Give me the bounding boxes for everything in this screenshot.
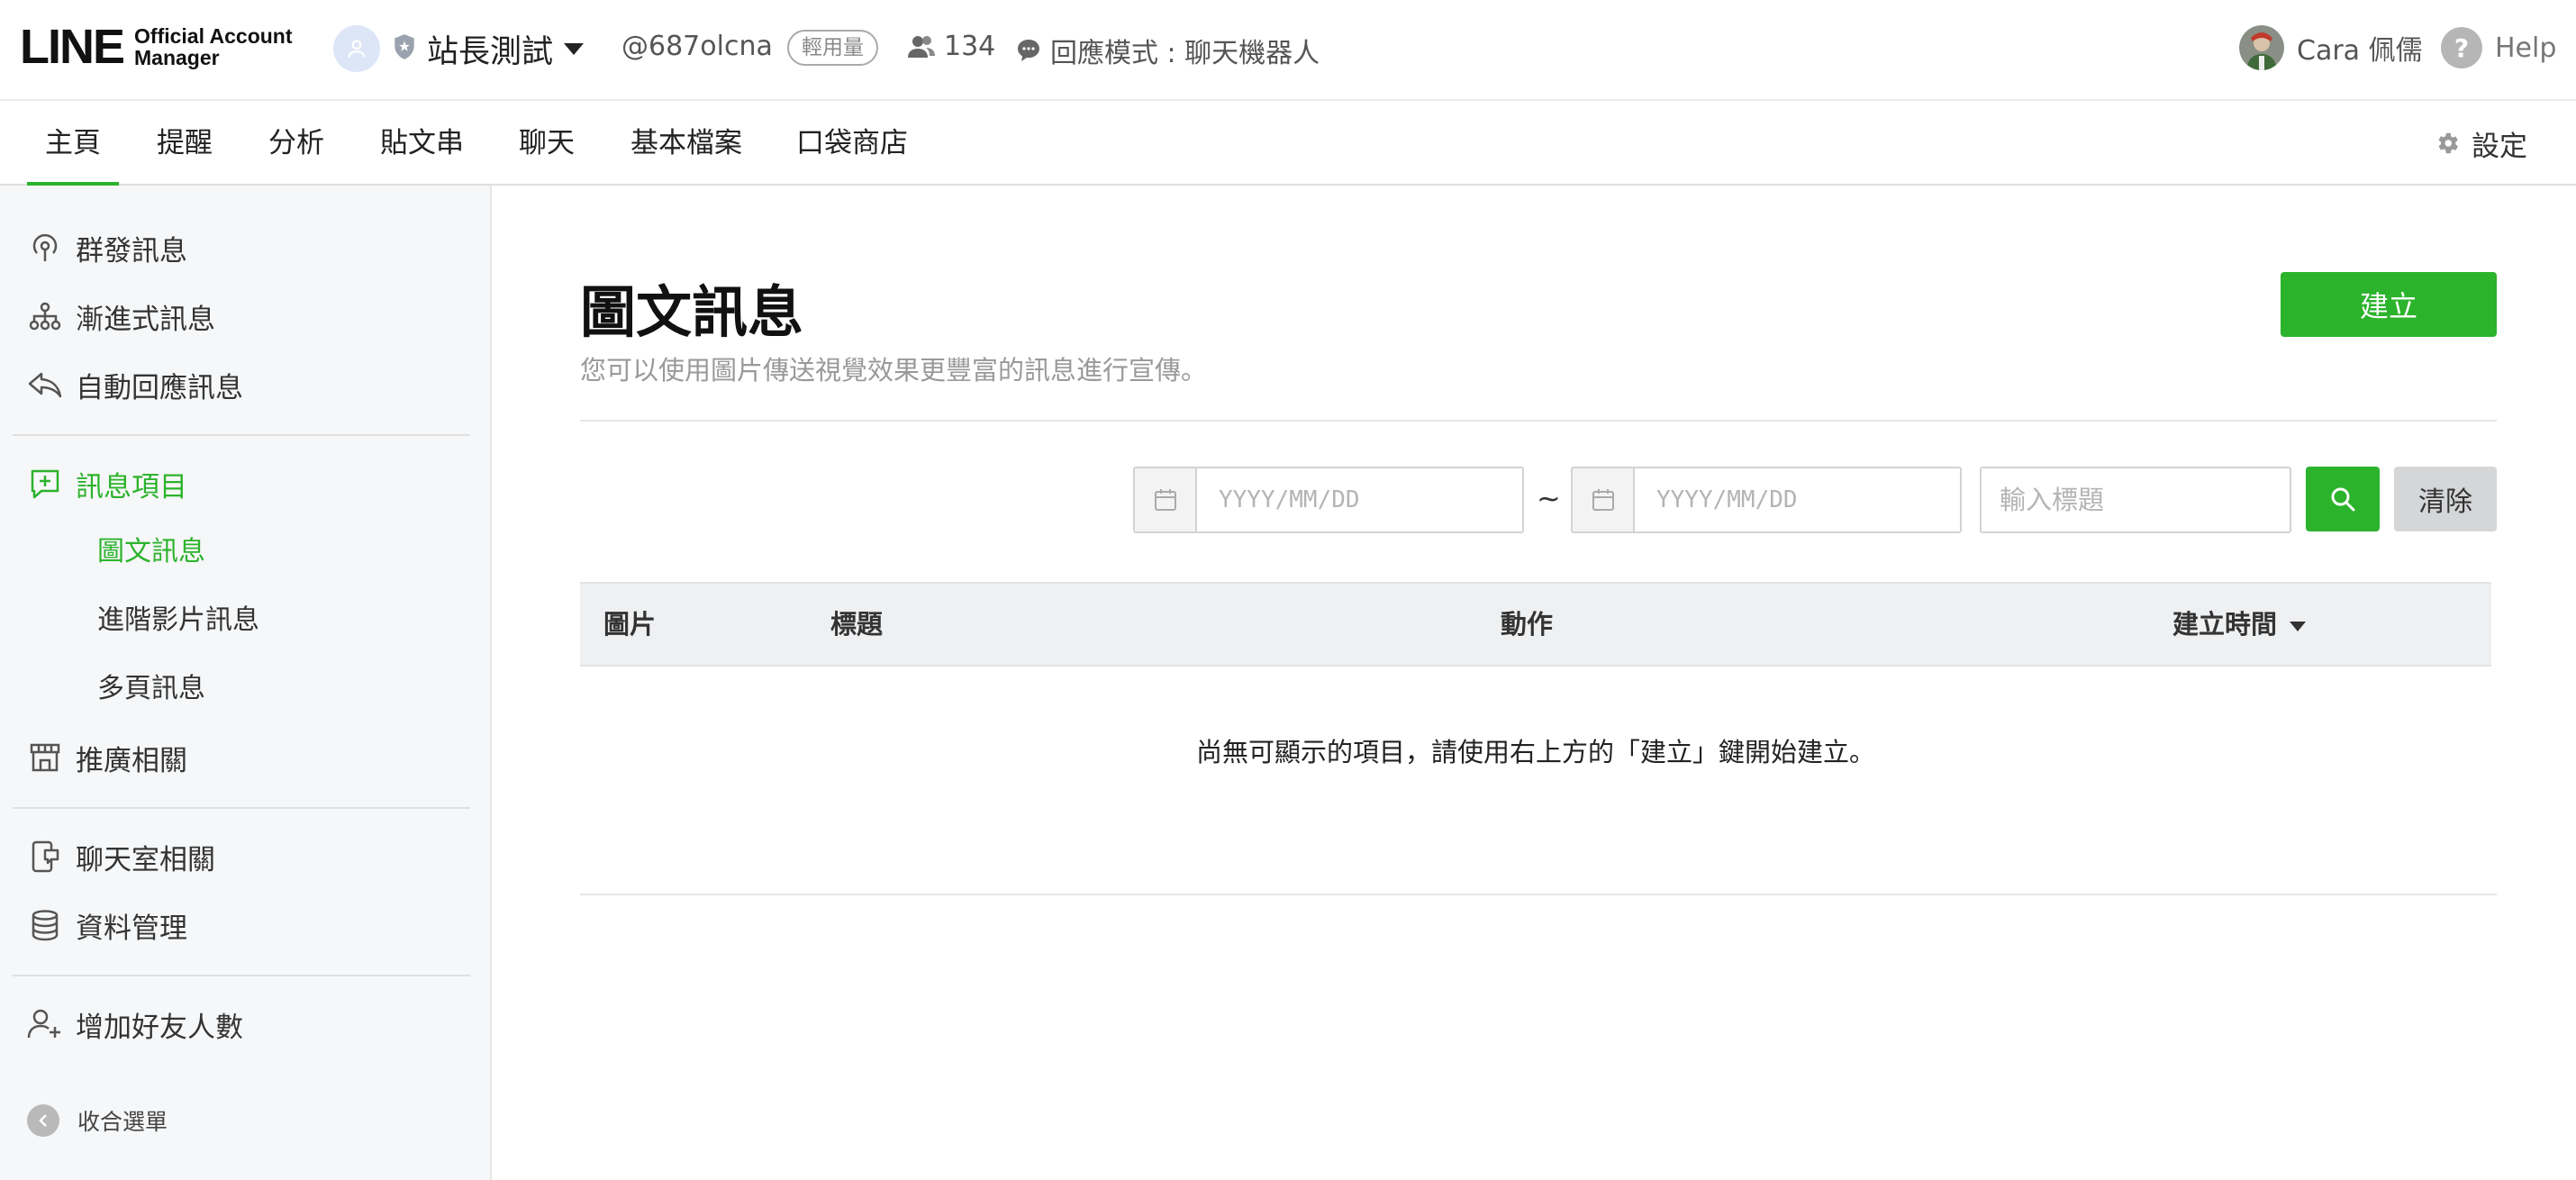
sidebar-label: 推廣相關 (76, 744, 187, 777)
sidebar-subitem-rich-messages[interactable]: 圖文訊息 (97, 530, 205, 575)
calendar-icon[interactable] (1573, 468, 1635, 531)
sidebar: 群發訊息 漸進式訊息 自動回應訊息 訊息項目 圖文訊息 進階影片訊息 多頁訊息 … (0, 186, 492, 1180)
sidebar-item-message-items[interactable]: 訊息項目 (27, 461, 187, 506)
chat-bubble-icon (1018, 40, 1039, 61)
collapse-menu-button[interactable]: 收合選單 (27, 1104, 168, 1137)
line-oa-logo[interactable]: LINE Official Account Manager (20, 20, 293, 74)
person-icon (348, 40, 366, 58)
settings-label: 設定 (2472, 130, 2527, 163)
broadcast-icon (27, 230, 63, 266)
sidebar-label: 資料管理 (76, 912, 187, 945)
account-switcher[interactable]: 站長測試 (333, 23, 585, 74)
logo-text: LINE (20, 20, 125, 74)
sidebar-label: 聊天室相關 (76, 843, 215, 876)
search-button[interactable] (2306, 467, 2380, 531)
store-icon (27, 740, 63, 776)
shield-icon (393, 33, 416, 64)
title-search-input[interactable] (1980, 467, 2291, 533)
database-icon (27, 907, 63, 943)
chevron-left-icon (27, 1104, 59, 1137)
user-avatar (2239, 25, 2284, 70)
logo-subtitle-line-1: Official Account (134, 24, 293, 48)
phone-chat-icon (27, 839, 63, 875)
collapse-label: 收合選單 (77, 1109, 168, 1135)
date-from-field[interactable] (1133, 467, 1524, 533)
create-button[interactable]: 建立 (2281, 272, 2497, 337)
tab-timeline[interactable]: 貼文串 (380, 101, 464, 186)
tab-home[interactable]: 主頁 (27, 101, 119, 187)
column-header-image: 圖片 (603, 609, 657, 640)
column-header-action: 動作 (1501, 609, 1554, 640)
clear-button[interactable]: 清除 (2394, 467, 2497, 531)
top-bar: LINE Official Account Manager 站長測試 @687o… (0, 0, 2576, 101)
page-description: 您可以使用圖片傳送視覺效果更豐富的訊息進行宣傳。 (580, 355, 1208, 386)
tab-chat[interactable]: 聊天 (519, 101, 575, 186)
reply-mode-label: 回應模式 : 聊天機器人 (1050, 38, 1320, 69)
sidebar-subitem-rich-video[interactable]: 進階影片訊息 (97, 598, 259, 643)
user-name: Cara 佩儒 (2297, 35, 2423, 67)
empty-state-message: 尚無可顯示的項目，請使用右上方的「建立」鍵開始建立。 (1195, 737, 1875, 767)
message-plus-icon (27, 466, 63, 502)
help-label: Help (2495, 32, 2557, 64)
plan-badge: 輕用量 (787, 30, 878, 66)
search-icon (2331, 487, 2355, 512)
table-bottom-divider (580, 894, 2497, 895)
sidebar-label: 自動回應訊息 (76, 371, 243, 404)
sidebar-subitem-card-messages[interactable]: 多頁訊息 (97, 667, 205, 712)
reply-mode[interactable]: 回應模式 : 聊天機器人 (1016, 31, 1320, 70)
help-link[interactable]: ? Help (2441, 27, 2556, 68)
sidebar-divider (13, 975, 470, 976)
column-header-created-at-label: 建立時間 (2172, 609, 2278, 640)
user-menu[interactable]: Cara 佩儒 (2239, 25, 2423, 70)
reply-arrow-icon (27, 367, 63, 403)
sidebar-label: 增加好友人數 (76, 1011, 243, 1044)
tab-profile[interactable]: 基本檔案 (630, 101, 742, 186)
help-icon: ? (2441, 27, 2482, 68)
sidebar-item-step-messages[interactable]: 漸進式訊息 (27, 294, 215, 339)
page-title: 圖文訊息 (580, 279, 804, 345)
sidebar-item-chat-room[interactable]: 聊天室相關 (27, 834, 215, 879)
date-to-field[interactable] (1571, 467, 1962, 533)
logo-subtitle-line-2: Manager (134, 46, 220, 69)
column-header-created-at[interactable]: 建立時間 (2172, 584, 2307, 665)
sidebar-divider (13, 434, 470, 436)
friends-icon (908, 35, 935, 58)
main-nav: 主頁 提醒 分析 貼文串 聊天 基本檔案 口袋商店 設定 (0, 101, 2576, 187)
friend-count-value: 134 (944, 31, 996, 62)
date-from-input[interactable] (1197, 468, 1522, 531)
tab-shop[interactable]: 口袋商店 (796, 101, 908, 186)
sidebar-item-gain-friends[interactable]: 增加好友人數 (27, 1002, 243, 1047)
add-user-icon (27, 1006, 63, 1042)
hierarchy-icon (27, 298, 63, 334)
tab-reminders[interactable]: 提醒 (157, 101, 213, 186)
calendar-icon[interactable] (1135, 468, 1197, 531)
date-range-separator: ~ (1537, 481, 1561, 515)
date-to-input[interactable] (1635, 468, 1960, 531)
column-header-title: 標題 (830, 609, 884, 640)
sidebar-item-broadcast[interactable]: 群發訊息 (27, 225, 187, 270)
account-name: 站長測試 (427, 33, 554, 70)
sidebar-item-promotion[interactable]: 推廣相關 (27, 735, 187, 780)
chevron-down-icon (564, 42, 585, 55)
sidebar-divider (13, 807, 470, 809)
settings-link[interactable]: 設定 (2434, 101, 2527, 186)
sidebar-label: 訊息項目 (76, 470, 187, 504)
account-avatar (333, 25, 380, 72)
sort-descending-icon[interactable] (2290, 621, 2307, 631)
gear-icon (2438, 132, 2458, 154)
sidebar-item-auto-reply[interactable]: 自動回應訊息 (27, 362, 243, 407)
sidebar-label: 漸進式訊息 (76, 303, 215, 336)
header-divider (580, 420, 2497, 422)
tab-analytics[interactable]: 分析 (268, 101, 324, 186)
sidebar-label: 群發訊息 (76, 234, 187, 268)
friend-count[interactable]: 134 (908, 31, 995, 62)
sidebar-item-data-management[interactable]: 資料管理 (27, 903, 187, 948)
table-header: 圖片 標題 動作 建立時間 (580, 582, 2491, 667)
logo-subtitle: Official Account Manager (134, 25, 293, 68)
account-id: @687olcna (621, 31, 773, 62)
